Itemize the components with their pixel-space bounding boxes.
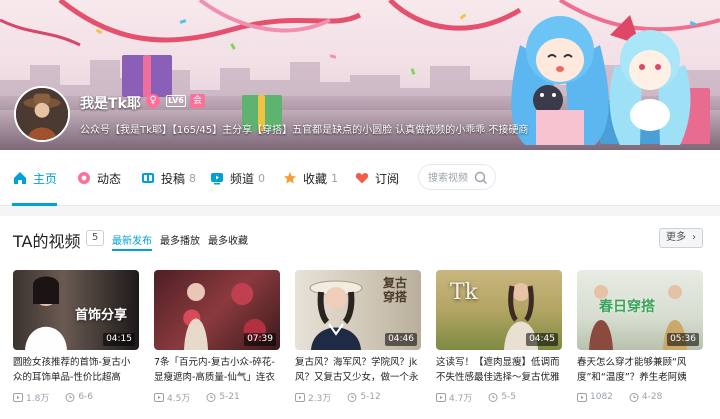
video-title[interactable]: 这读写！【遮肉显瘦】低调而不失性感最佳选择～复古优雅 [436, 355, 562, 385]
tab-upload-count: 8 [189, 171, 197, 185]
play-count: 1.8万 [26, 393, 50, 404]
tab-dynamic[interactable]: 动态 [76, 150, 121, 206]
play-count: 4.7万 [449, 393, 473, 404]
channel-icon [209, 170, 225, 186]
video-meta: 2.3万 5-12 [295, 391, 421, 404]
publish-date: 5-21 [219, 392, 240, 402]
tab-channel-label: 频道 [230, 171, 255, 186]
tab-most-favorited[interactable]: 最多收藏 [208, 232, 248, 247]
thumbnail-person [25, 276, 67, 350]
video-meta: 4.7万 5-5 [436, 391, 562, 404]
video-card[interactable]: 春日穿搭 05:36 春天怎么穿才能够兼顾“风度”和“温度”？养生老阿姨 108… [577, 270, 703, 410]
tab-favorites-count: 1 [331, 171, 339, 185]
video-title[interactable]: 复古风？海军风？学院风？jk风？又复古又少女，做一个永 [295, 355, 421, 385]
section-count-badge: 5 [86, 230, 104, 246]
video-thumbnail[interactable]: 07:39 [154, 270, 280, 350]
video-search-box[interactable] [418, 164, 496, 190]
video-duration: 05:36 [667, 333, 699, 346]
profile-nav: 主页 动态 投稿 8 频道 0 收藏 1 订阅 [0, 150, 720, 206]
more-button-label: 更多 [666, 232, 686, 243]
tab-upload[interactable]: 投稿 8 [140, 150, 196, 206]
mascot-33-illustration [609, 15, 691, 145]
profile-banner: 我是Tk耶 ♀ LV6 会 公众号【我是Tk耶】【165/45】主分享【穿搭】五… [0, 0, 720, 150]
video-card[interactable]: 07:39 7条「百元内-复古小众-碎花-显瘦遮肉-高质量-仙气」连衣 4.5万… [154, 270, 280, 410]
clock-icon [629, 392, 639, 402]
tab-subscriptions-label: 订阅 [375, 171, 400, 186]
username: 我是Tk耶 [80, 96, 141, 112]
tab-latest[interactable]: 最新发布 [112, 232, 152, 251]
video-thumbnail[interactable]: Tk 04:45 [436, 270, 562, 350]
clock-icon [347, 392, 357, 402]
video-meta: 1082 4-28 [577, 391, 703, 403]
publish-date: 5-12 [360, 392, 381, 402]
heart-icon [354, 170, 370, 186]
home-icon [12, 170, 28, 186]
tab-dynamic-label: 动态 [97, 171, 122, 186]
search-input[interactable] [428, 170, 476, 186]
clock-icon [65, 392, 75, 402]
thumbnail-caption: 复古穿搭 [383, 276, 408, 304]
video-meta: 4.5万 5-21 [154, 391, 280, 404]
star-icon [282, 170, 298, 186]
upload-icon [140, 170, 156, 186]
tab-home[interactable]: 主页 [12, 150, 58, 206]
video-thumbnail[interactable]: 复古穿搭 04:46 [295, 270, 421, 350]
play-count: 1082 [590, 392, 613, 402]
gender-badge: ♀ [146, 94, 160, 108]
tab-favorites-label: 收藏 [303, 171, 328, 186]
tab-subscriptions[interactable]: 订阅 [354, 150, 399, 206]
tab-channel-count: 0 [258, 171, 266, 185]
video-duration: 04:46 [385, 333, 417, 346]
video-duration: 07:39 [244, 333, 276, 346]
video-thumbnail[interactable]: 春日穿搭 05:36 [577, 270, 703, 350]
clock-icon [206, 392, 216, 402]
publish-date: 6-6 [78, 392, 94, 402]
thumbnail-caption: 春日穿搭 [599, 299, 655, 315]
tab-channel[interactable]: 频道 0 [209, 150, 265, 206]
chevron-right-icon: › [692, 232, 696, 243]
gift-box-illustration [143, 55, 151, 97]
play-count-icon [295, 392, 305, 402]
publish-date: 5-5 [501, 392, 517, 402]
publish-date: 4-28 [641, 392, 663, 402]
play-count-icon [436, 392, 446, 402]
thumbnail-caption: Tk [450, 280, 479, 305]
more-button[interactable]: 更多 › [659, 228, 703, 248]
tab-upload-label: 投稿 [161, 171, 186, 186]
play-count: 2.3万 [308, 393, 332, 404]
dynamic-icon [76, 170, 92, 186]
video-title[interactable]: 春天怎么穿才能够兼顾“风度”和“温度”？养生老阿姨 [577, 355, 703, 385]
play-count-icon [577, 392, 587, 402]
avatar[interactable] [14, 86, 70, 142]
tab-favorites[interactable]: 收藏 1 [282, 150, 338, 206]
video-title[interactable]: 7条「百元内-复古小众-碎花-显瘦遮肉-高质量-仙气」连衣 [154, 355, 280, 385]
video-meta: 1.8万 6-6 [13, 391, 139, 404]
thumbnail-caption: 首饰分享 [75, 308, 128, 323]
video-thumbnail[interactable]: 首饰分享 04:15 [13, 270, 139, 350]
video-card[interactable]: Tk 04:45 这读写！【遮肉显瘦】低调而不失性感最佳选择～复古优雅 4.7万… [436, 270, 562, 410]
play-count: 4.5万 [167, 393, 191, 404]
video-title[interactable]: 圆脸女孩推荐的首饰-复古小众的耳饰单品-性价比超高 [13, 355, 139, 385]
level-badge: LV6 [166, 95, 186, 107]
video-duration: 04:45 [526, 333, 558, 346]
video-duration: 04:15 [103, 333, 135, 346]
video-card[interactable]: 复古穿搭 04:46 复古风？海军风？学院风？jk风？又复古又少女，做一个永 2… [295, 270, 421, 410]
vip-badge: 会 [190, 94, 205, 108]
thumbnail-person [309, 280, 363, 350]
user-sign: 公众号【我是Tk耶】【165/45】主分享【穿搭】五官都是缺点的小圆脸 认真做视… [80, 125, 529, 136]
tab-most-played[interactable]: 最多播放 [160, 232, 200, 247]
section-title: TA的视频 [13, 232, 81, 251]
tab-home-label: 主页 [33, 171, 58, 186]
video-section: TA的视频 5 最新发布 最多播放 最多收藏 更多 › 首饰分享 04:15 圆… [0, 216, 720, 419]
avatar-photo [16, 88, 68, 140]
play-count-icon [13, 392, 23, 402]
thumbnail-person [184, 283, 208, 350]
search-icon[interactable] [474, 170, 488, 184]
video-card[interactable]: 首饰分享 04:15 圆脸女孩推荐的首饰-复古小众的耳饰单品-性价比超高 1.8… [13, 270, 139, 410]
play-count-icon [154, 392, 164, 402]
clock-icon [488, 392, 498, 402]
